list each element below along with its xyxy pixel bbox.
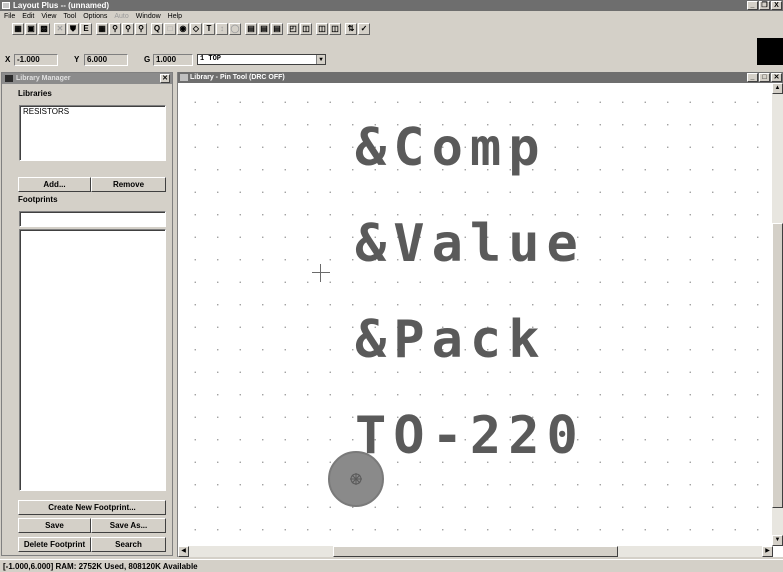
drc-area-icon[interactable]: ◫ [329, 23, 341, 35]
x-label: X [5, 55, 11, 64]
library-canvas-window: Library - Pin Tool (DRC OFF) _ □ ✕ &Comp… [177, 72, 783, 557]
footprints-list[interactable] [19, 229, 166, 491]
menu-help[interactable]: Help [168, 13, 182, 20]
library-manager-panel: Library Manager ✕ Libraries RESISTORS Ad… [1, 72, 173, 556]
close-button[interactable]: X [771, 1, 782, 10]
horizontal-scrollbar[interactable]: ◀ ▶ [178, 546, 773, 557]
menu-view[interactable]: View [41, 13, 56, 20]
drill-hole-icon [350, 473, 362, 485]
status-bar: [-1.000,6.000] RAM: 2752K Used, 808120K … [0, 559, 783, 572]
chevron-down-icon[interactable]: ▼ [316, 55, 325, 64]
scroll-up-icon[interactable]: ▲ [772, 83, 783, 94]
menu-edit[interactable]: Edit [22, 13, 34, 20]
save-as-footprint-button[interactable]: Save As... [91, 518, 166, 533]
zoom-in-icon[interactable]: ⚲ [109, 23, 121, 35]
close-icon[interactable]: ✕ [160, 74, 170, 83]
menu-bar: File Edit View Tool Options Auto Window … [0, 11, 783, 21]
coordinate-bar: X -1.000 Y 6.000 G 1.000 1 TOP ▼ [0, 53, 783, 67]
canvas-title: Library - Pin Tool (DRC OFF) [190, 74, 285, 81]
component-tool-icon[interactable]: □ [164, 23, 176, 35]
scroll-right-icon[interactable]: ▶ [762, 546, 773, 557]
canvas-window-icon [180, 74, 188, 81]
y-coordinate-field[interactable]: 6.000 [84, 54, 128, 66]
scroll-down-icon[interactable]: ▼ [772, 535, 783, 546]
reconnect-icon[interactable]: ◫ [300, 23, 312, 35]
spreadsheet-icon[interactable]: E [80, 23, 92, 35]
remove-library-button[interactable]: Remove [91, 177, 166, 192]
menu-auto[interactable]: Auto [114, 13, 128, 20]
menu-window[interactable]: Window [136, 13, 161, 20]
vertical-scroll-thumb[interactable] [772, 223, 783, 508]
restore-button[interactable]: ❐ [759, 1, 770, 10]
open-icon[interactable]: ▦ [12, 23, 24, 35]
delete-footprint-button[interactable]: Delete Footprint [18, 537, 91, 552]
menu-tool[interactable]: Tool [63, 13, 76, 20]
footprints-heading: Footprints [18, 195, 58, 204]
pin-pad[interactable] [328, 451, 384, 507]
pack-label[interactable]: &Pack [355, 310, 547, 370]
view-spreadsheet-icon[interactable]: ▦ [96, 23, 108, 35]
save-footprint-button[interactable]: Save [18, 518, 91, 533]
list-item[interactable]: RESISTORS [23, 107, 162, 116]
print-icon[interactable]: ▩ [38, 23, 50, 35]
obstacle-tool-icon[interactable]: ◇ [190, 23, 202, 35]
edit-segment-icon[interactable]: ▤ [245, 23, 257, 35]
zoom-all-icon[interactable]: ⚲ [135, 23, 147, 35]
menu-options[interactable]: Options [83, 13, 107, 20]
grid-label: G [144, 55, 151, 64]
zoom-out-icon[interactable]: ⚲ [122, 23, 134, 35]
canvas-minimize-button[interactable]: _ [747, 73, 758, 82]
horizontal-scroll-thumb[interactable] [333, 546, 618, 557]
vertical-scrollbar[interactable]: ▲ ▼ [772, 83, 783, 546]
value-label[interactable]: &Value [355, 214, 585, 274]
layer-select[interactable]: 1 TOP ▼ [197, 54, 326, 65]
canvas-title-bar[interactable]: Library - Pin Tool (DRC OFF) _ □ ✕ [178, 72, 783, 83]
library-manager-title-bar[interactable]: Library Manager ✕ [2, 73, 172, 84]
canvas-maximize-button[interactable]: □ [759, 73, 770, 82]
app-title-bar[interactable]: Layout Plus -- (unnamed) _ ❐ X [0, 0, 783, 11]
app-title: Layout Plus -- (unnamed) [13, 1, 109, 10]
comp-label[interactable]: &Comp [355, 118, 547, 178]
crosshair-cursor-icon [312, 264, 330, 282]
drc-icon[interactable]: ◫ [316, 23, 328, 35]
canvas-close-button[interactable]: ✕ [771, 73, 782, 82]
toolbar: ▦ ▣ ▩ ✕ ⛊ E ▦ ⚲ ⚲ ⚲ Q □ ◉ ◇ T ↕ ◯ ▤ ▤ ▤ … [0, 21, 783, 37]
libraries-heading: Libraries [18, 89, 52, 98]
app-icon [2, 2, 10, 9]
footprint-name-label[interactable]: TO-220 [355, 406, 585, 466]
library-manager-icon [5, 75, 13, 82]
connection-tool-icon[interactable]: ↕ [216, 23, 228, 35]
create-footprint-button[interactable]: Create New Footprint... [18, 500, 166, 515]
footprint-filter-input[interactable] [19, 211, 166, 227]
design-canvas[interactable]: &Comp &Value &Pack TO-220 [178, 83, 773, 546]
add-library-button[interactable]: Add... [18, 177, 91, 192]
route-icon[interactable]: ◰ [287, 23, 299, 35]
check-icon[interactable]: ✓ [358, 23, 370, 35]
pin-tool-icon[interactable]: ◉ [177, 23, 189, 35]
scroll-left-icon[interactable]: ◀ [178, 546, 189, 557]
menu-file[interactable]: File [4, 13, 15, 20]
text-tool-icon[interactable]: T [203, 23, 215, 35]
grid-field[interactable]: 1.000 [153, 54, 193, 66]
layer-select-value: 1 TOP [200, 55, 222, 63]
query-icon[interactable]: Q [151, 23, 163, 35]
add-via-icon[interactable]: ▤ [258, 23, 270, 35]
minimize-button[interactable]: _ [747, 1, 758, 10]
y-label: Y [74, 55, 80, 64]
save-icon[interactable]: ▣ [25, 23, 37, 35]
search-footprint-button[interactable]: Search [91, 537, 166, 552]
shove-icon[interactable]: ▤ [271, 23, 283, 35]
x-coordinate-field[interactable]: -1.000 [14, 54, 58, 66]
library-manager-title: Library Manager [16, 75, 71, 82]
find-icon[interactable]: ⛊ [67, 23, 79, 35]
libraries-list[interactable]: RESISTORS [19, 105, 166, 161]
refresh-icon[interactable]: ⇅ [345, 23, 357, 35]
error-tool-icon[interactable]: ◯ [229, 23, 241, 35]
delete-icon[interactable]: ✕ [54, 23, 66, 35]
